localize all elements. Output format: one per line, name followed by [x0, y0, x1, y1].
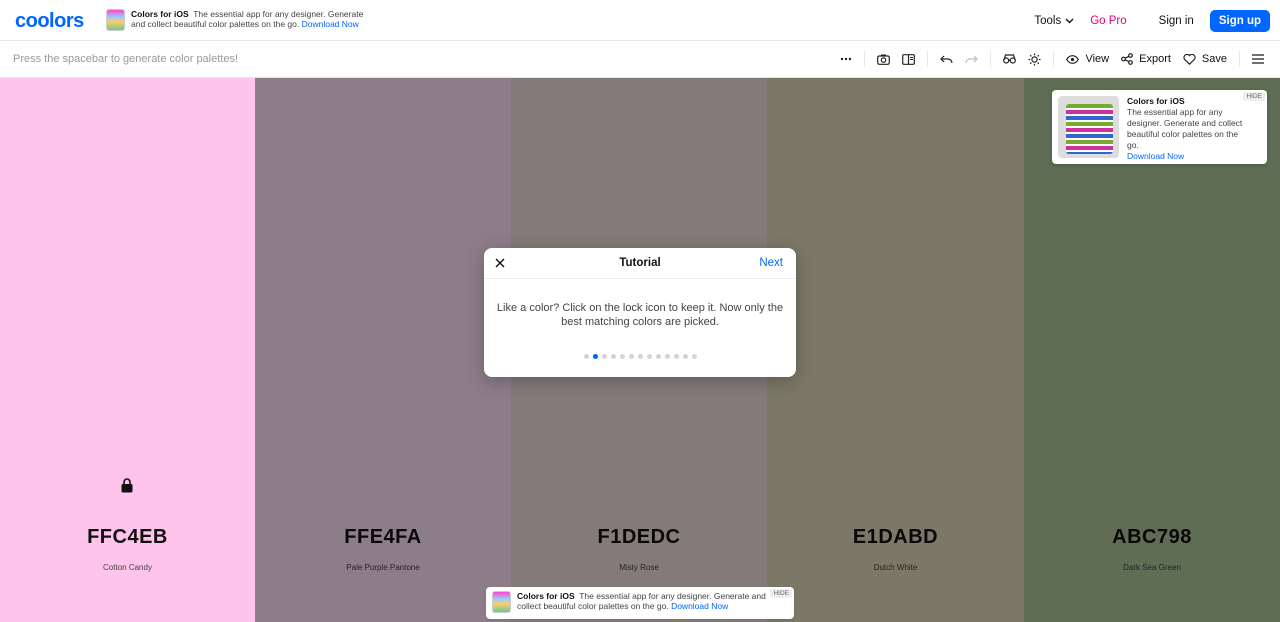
sign-up-button[interactable]: Sign up	[1209, 9, 1270, 32]
step-dot[interactable]	[673, 354, 679, 359]
side-panel-icon	[902, 53, 916, 65]
modal-header: Tutorial Next	[484, 248, 796, 279]
hide-ad-button[interactable]: HIDE	[770, 589, 792, 598]
step-indicator	[484, 354, 796, 359]
step-dot[interactable]	[691, 354, 697, 359]
ad-download-link[interactable]: Download Now	[671, 601, 728, 611]
step-dot[interactable]	[637, 354, 643, 359]
toolbar: Press the spacebar to generate color pal…	[0, 41, 1280, 78]
sign-in-link[interactable]: Sign in	[1151, 15, 1202, 27]
header-nav: Tools Go Pro Sign in Sign up	[1026, 9, 1270, 32]
divider	[1239, 51, 1240, 67]
tutorial-modal: Tutorial Next Like a color? Click on the…	[484, 248, 796, 377]
swatch-1[interactable]: FFC4EB Cotton Candy	[0, 78, 255, 622]
view-button[interactable]: View	[1060, 49, 1115, 69]
ad-download-link[interactable]: Download Now	[1127, 151, 1184, 161]
modal-title: Tutorial	[619, 257, 661, 269]
ad-text: Colors for iOS The essential app for any…	[131, 9, 376, 33]
compare-button[interactable]	[896, 49, 921, 69]
coolors-logo[interactable]: coolors	[15, 10, 84, 33]
ad-text: Colors for iOS The essential app for any…	[517, 591, 767, 615]
divider	[1053, 51, 1055, 67]
modal-body: Like a color? Click on the lock icon to …	[496, 302, 784, 328]
camera-icon	[877, 54, 891, 65]
toolbar-actions: View Export Save	[834, 49, 1270, 69]
hide-ad-button[interactable]: HIDE	[1243, 92, 1265, 101]
sun-icon	[1028, 53, 1041, 66]
header-ad[interactable]: Colors for iOS The essential app for any…	[106, 9, 376, 33]
step-dot[interactable]	[601, 354, 607, 359]
ad-title: Colors for iOS	[1127, 96, 1185, 106]
save-button[interactable]: Save	[1177, 49, 1233, 69]
eye-icon	[1066, 54, 1080, 64]
ad-download-link[interactable]: Download Now	[302, 19, 359, 29]
step-dot[interactable]	[628, 354, 634, 359]
side-ad[interactable]: HIDE Colors for iOS The essential app fo…	[1052, 90, 1267, 164]
undo-icon	[940, 55, 954, 64]
step-dot[interactable]	[682, 354, 688, 359]
ad-text: Colors for iOS The essential app for any…	[1127, 96, 1247, 161]
glasses-icon	[1003, 54, 1017, 64]
step-dot[interactable]	[655, 354, 661, 359]
save-label: Save	[1201, 53, 1227, 65]
menu-button[interactable]	[1246, 49, 1270, 69]
go-pro-link[interactable]: Go Pro	[1082, 15, 1134, 27]
step-dot[interactable]	[592, 354, 598, 359]
ad-title: Colors for iOS	[517, 591, 575, 601]
chevron-down-icon	[1065, 18, 1074, 24]
tools-menu[interactable]: Tools	[1026, 15, 1082, 27]
adjust-palette-button[interactable]	[1022, 49, 1047, 69]
swatch-hex[interactable]: FFC4EB	[0, 526, 255, 549]
more-dots-icon	[840, 57, 852, 61]
divider	[864, 51, 866, 67]
ad-app-icon	[492, 591, 511, 613]
lock-icon[interactable]	[121, 478, 133, 493]
ad-description: The essential app for any designer. Gene…	[1127, 107, 1243, 150]
next-button[interactable]: Next	[759, 257, 783, 269]
undo-button[interactable]	[934, 49, 959, 69]
more-options-button[interactable]	[834, 49, 858, 69]
step-dot[interactable]	[610, 354, 616, 359]
heart-icon	[1183, 53, 1196, 65]
ad-app-icon	[106, 9, 125, 31]
step-dot[interactable]	[619, 354, 625, 359]
camera-button[interactable]	[871, 49, 896, 69]
export-button[interactable]: Export	[1115, 49, 1177, 69]
view-label: View	[1085, 53, 1110, 65]
redo-button[interactable]	[959, 49, 984, 69]
top-navbar: coolors Colors for iOS The essential app…	[0, 0, 1280, 41]
color-blindness-button[interactable]	[997, 49, 1022, 69]
divider	[927, 51, 929, 67]
bottom-ad[interactable]: HIDE Colors for iOS The essential app fo…	[486, 587, 794, 619]
share-icon	[1121, 53, 1134, 65]
hamburger-icon	[1252, 54, 1264, 64]
generate-hint: Press the spacebar to generate color pal…	[13, 53, 239, 65]
ad-phone-image	[1058, 96, 1119, 158]
tools-label: Tools	[1034, 14, 1062, 27]
step-dot[interactable]	[646, 354, 652, 359]
export-label: Export	[1139, 53, 1171, 65]
redo-icon	[965, 55, 979, 64]
step-dot[interactable]	[664, 354, 670, 359]
swatch-color-name: Cotton Candy	[103, 563, 152, 572]
ad-title: Colors for iOS	[131, 9, 189, 19]
step-dot[interactable]	[583, 354, 589, 359]
divider	[990, 51, 992, 67]
